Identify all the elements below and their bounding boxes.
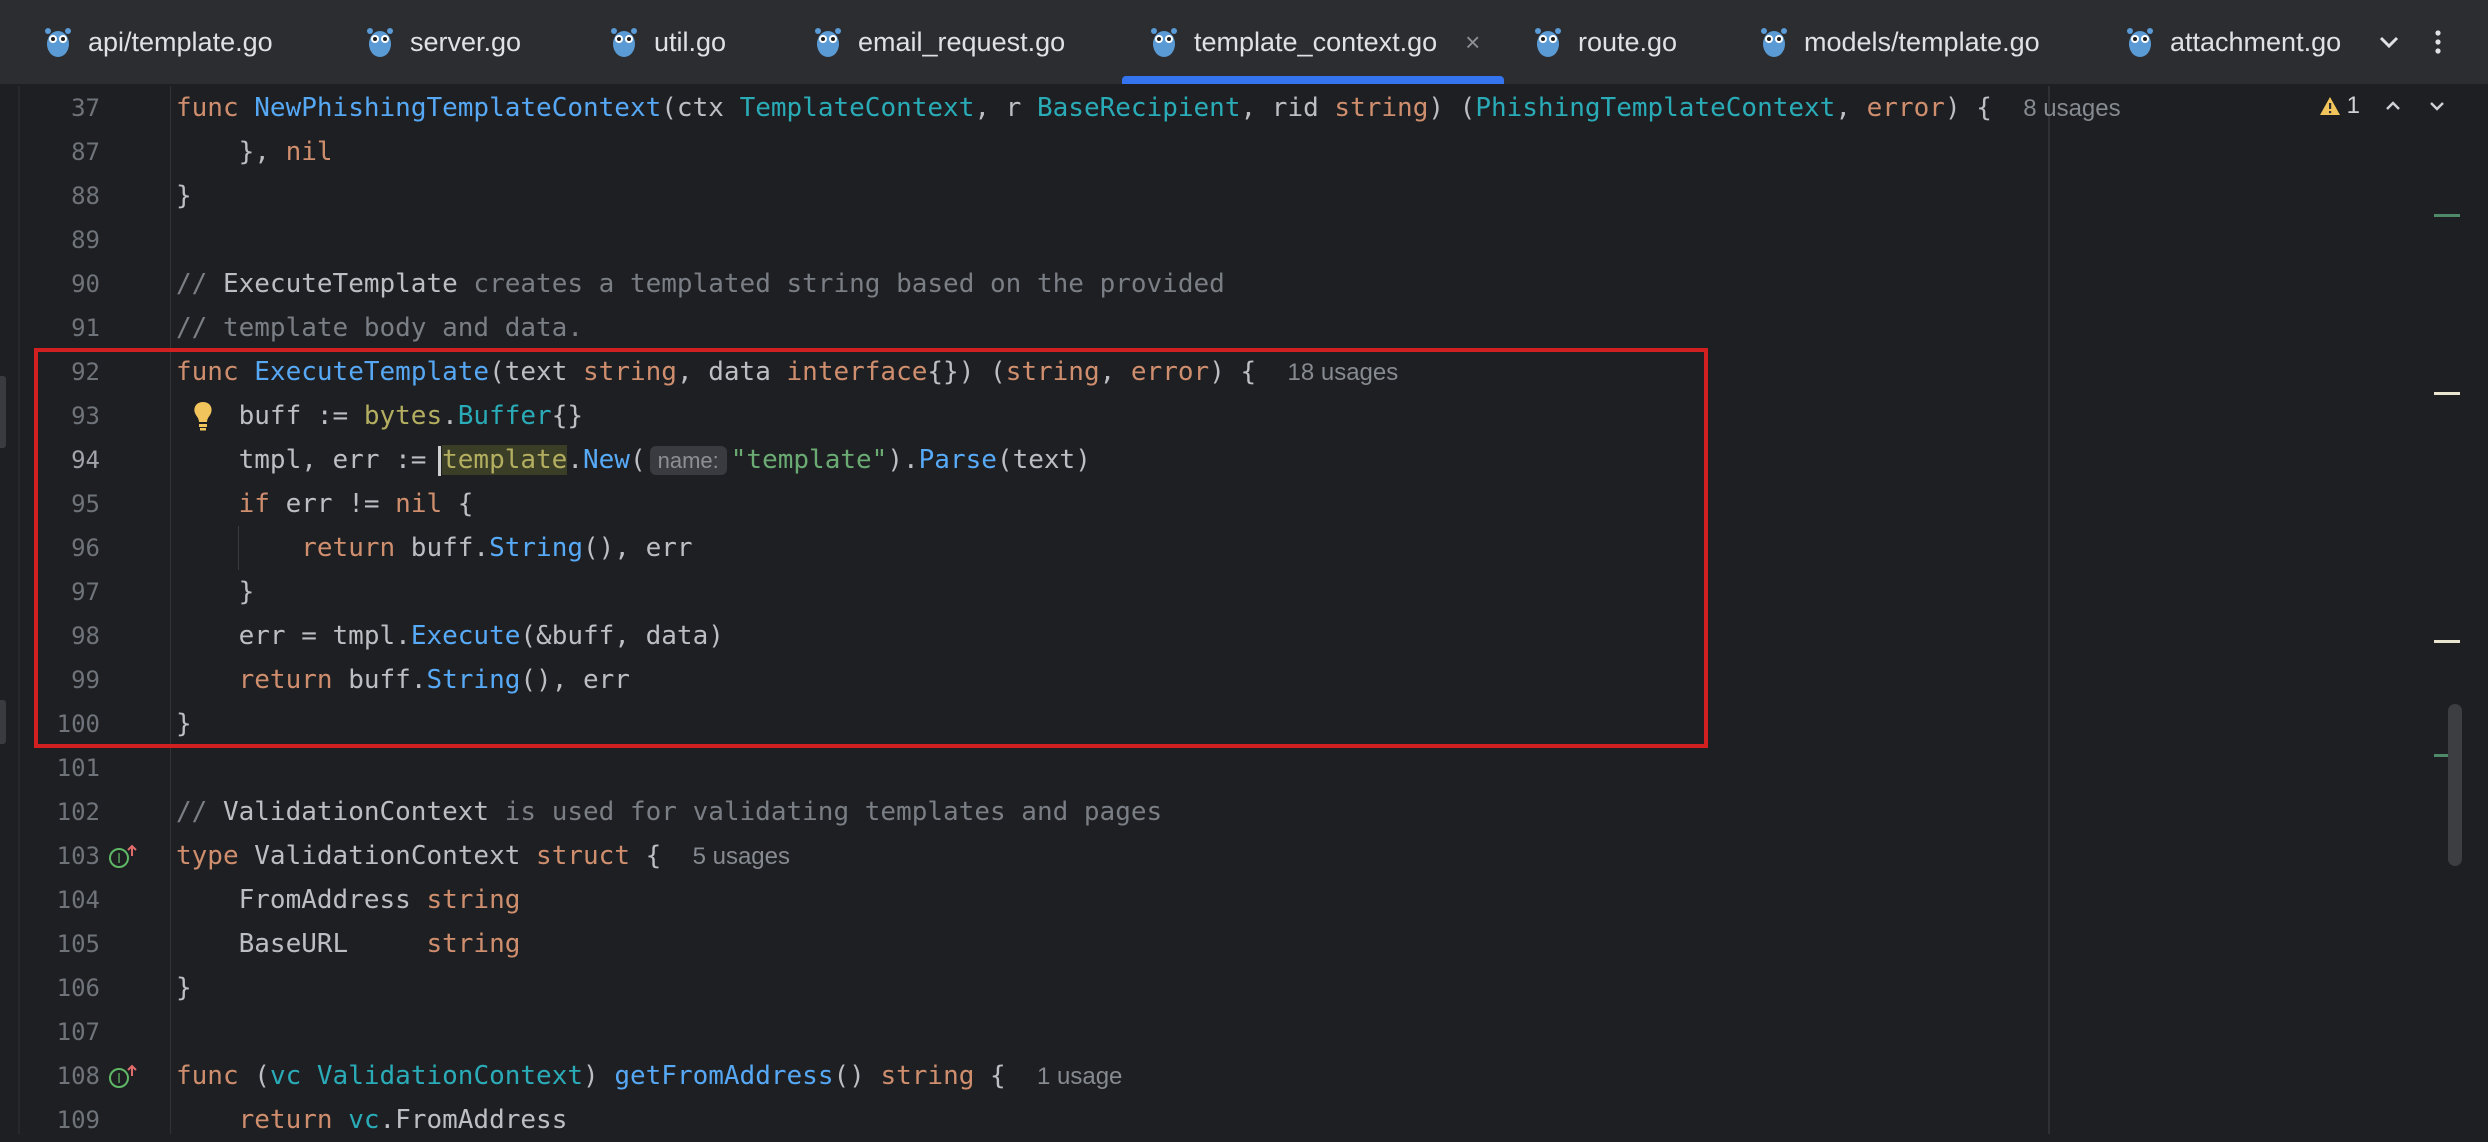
code-text: BaseURL string <box>176 929 521 959</box>
tab-util-go[interactable]: util.go <box>610 0 726 84</box>
code-text: return vc.FromAddress <box>238 1105 568 1135</box>
code-text: }, nil <box>176 137 333 167</box>
code-line[interactable]: 105 BaseURL string <box>20 922 2460 966</box>
implemented-interface-icon[interactable]: I <box>108 1064 138 1090</box>
line-number: 106 <box>56 974 100 1002</box>
go-gopher-icon <box>2127 28 2153 57</box>
line-number: 88 <box>71 182 100 210</box>
code-comment: // template body and data. <box>176 313 583 343</box>
code-comment: // ValidationContext is used for validat… <box>176 797 1163 827</box>
usage-marker[interactable] <box>2434 392 2460 395</box>
code-comment: // ExecuteTemplate creates a templated s… <box>176 269 1225 299</box>
code-line[interactable]: 102 // ValidationContext is used for val… <box>20 790 2460 834</box>
code-editor[interactable]: 37 func NewPhishingTemplateContext(ctx T… <box>18 86 2468 1135</box>
go-gopher-icon <box>1151 28 1177 57</box>
go-gopher-icon <box>611 28 637 57</box>
left-tool-strip-indicator <box>0 376 6 448</box>
close-tab-icon[interactable]: × <box>1465 27 1480 58</box>
usages-hint[interactable]: 8 usages <box>2023 95 2120 122</box>
tab-api-template-go[interactable]: api/template.go <box>44 0 273 84</box>
left-tool-strip-indicator <box>0 700 6 744</box>
chevron-down-icon[interactable] <box>2374 0 2404 84</box>
warning-count: 1 <box>2346 92 2360 119</box>
code-text: } <box>176 973 192 1003</box>
highlight-annotation-box <box>34 348 1708 748</box>
usages-hint[interactable]: 1 usage <box>1037 1063 1122 1090</box>
tab-email-request-go[interactable]: email_request.go <box>814 0 1065 84</box>
usage-marker[interactable] <box>2434 640 2460 643</box>
code-line[interactable]: 87 }, nil <box>20 130 2460 174</box>
tab-label: models/template.go <box>1804 26 2040 57</box>
line-number: 103 <box>56 842 100 870</box>
tab-models-template-go[interactable]: models/template.go <box>1760 0 2040 84</box>
line-number: 102 <box>56 798 100 826</box>
line-number: 37 <box>71 94 100 122</box>
tab-label: route.go <box>1578 26 1678 57</box>
tab-server-go[interactable]: server.go <box>366 0 521 84</box>
code-line[interactable]: 106 } <box>20 966 2460 1010</box>
go-gopher-icon <box>1761 28 1787 57</box>
tab-label: util.go <box>654 26 727 57</box>
svg-text:I: I <box>117 1072 121 1087</box>
line-number: 89 <box>71 226 100 254</box>
tab-label: template_context.go <box>1194 26 1438 57</box>
editor-tab-bar: api/template.go server.go util.go email_… <box>0 0 2488 86</box>
line-number: 101 <box>56 754 100 782</box>
go-gopher-icon <box>45 28 71 57</box>
code-line[interactable]: 89 <box>20 218 2460 262</box>
implemented-interface-icon[interactable]: I <box>108 844 138 870</box>
change-marker[interactable] <box>2434 214 2460 217</box>
warning-icon <box>2319 97 2340 115</box>
code-line[interactable]: 109 return vc.FromAddress <box>20 1098 2460 1142</box>
line-number: 109 <box>56 1106 100 1134</box>
go-gopher-icon <box>367 28 393 57</box>
line-number: 90 <box>71 270 100 298</box>
line-number: 107 <box>56 1018 100 1046</box>
svg-text:I: I <box>117 852 121 867</box>
code-text: } <box>176 181 192 211</box>
tab-label: api/template.go <box>88 26 273 57</box>
code-line[interactable]: 103 I type ValidationContext struct { 5 … <box>20 834 2460 878</box>
next-highlight-icon[interactable] <box>2426 95 2448 117</box>
code-text: FromAddress string <box>176 885 521 915</box>
code-line[interactable]: 88 } <box>20 174 2460 218</box>
code-line[interactable]: 91 // template body and data. <box>20 306 2460 350</box>
go-gopher-icon <box>1535 28 1561 57</box>
tab-template-context-go[interactable]: template_context.go × <box>1122 0 1505 84</box>
usages-hint[interactable]: 5 usages <box>693 843 790 870</box>
code-line[interactable]: 90 // ExecuteTemplate creates a template… <box>20 262 2460 306</box>
code-line[interactable]: 108 I func (vc ValidationContext) getFro… <box>20 1054 2460 1098</box>
line-number: 105 <box>56 930 100 958</box>
sticky-line[interactable]: 37 func NewPhishingTemplateContext(ctx T… <box>20 86 2460 130</box>
code-text: func (vc ValidationContext) getFromAddre… <box>176 1061 1123 1091</box>
code-text: func NewPhishingTemplateContext(ctx Temp… <box>176 93 2121 123</box>
tab-label: server.go <box>410 26 522 57</box>
tab-label: email_request.go <box>858 26 1066 57</box>
tab-label: attachment.go <box>2170 26 2342 57</box>
line-number: 104 <box>56 886 100 914</box>
previous-highlight-icon[interactable] <box>2382 95 2404 117</box>
code-text: type ValidationContext struct { 5 usages <box>176 841 790 871</box>
code-line[interactable]: 104 FromAddress string <box>20 878 2460 922</box>
go-gopher-icon <box>815 28 841 57</box>
code-line[interactable]: 101 <box>20 746 2460 790</box>
inspections-widget[interactable]: 1 <box>2319 92 2448 120</box>
tab-route-go[interactable]: route.go <box>1534 0 1677 84</box>
more-vertical-icon[interactable] <box>2428 0 2448 84</box>
line-number: 91 <box>71 314 100 342</box>
tab-attachment-go[interactable]: attachment.go <box>2126 0 2348 84</box>
vertical-scrollbar-thumb[interactable] <box>2448 704 2462 866</box>
line-number: 87 <box>71 138 100 166</box>
line-number: 108 <box>56 1062 100 1090</box>
code-line[interactable]: 107 <box>20 1010 2460 1054</box>
